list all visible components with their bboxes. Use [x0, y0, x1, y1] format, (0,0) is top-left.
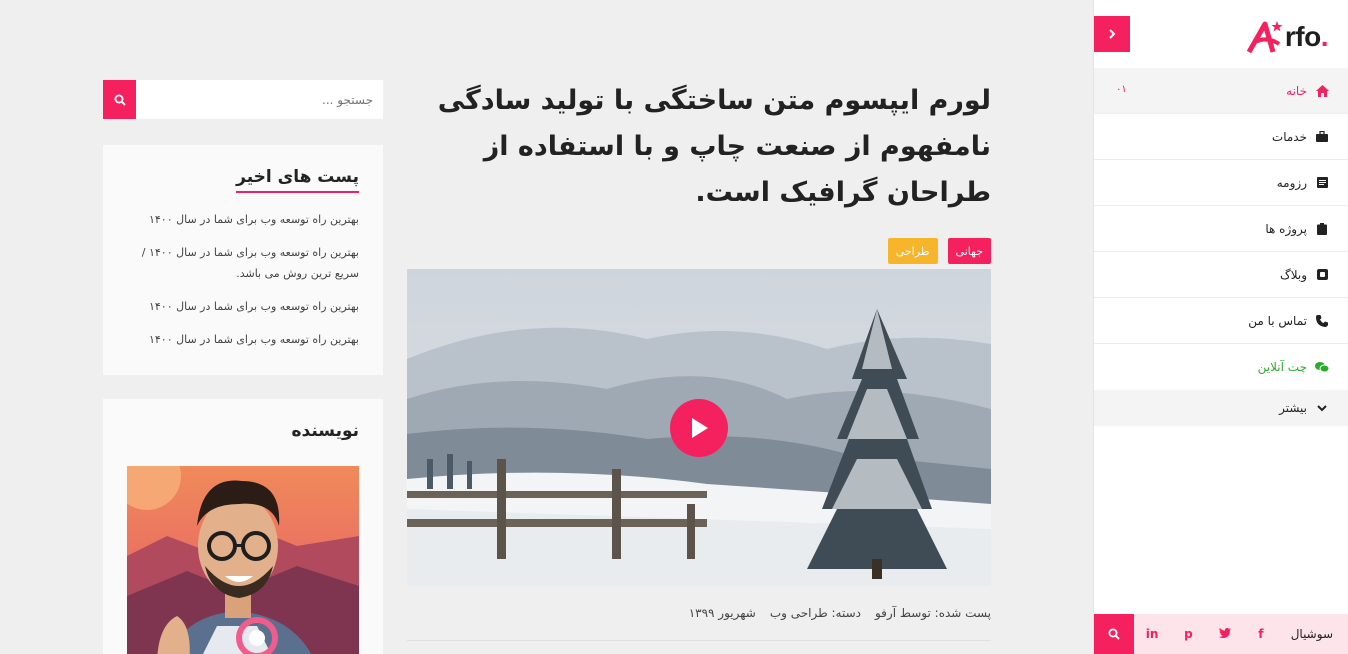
nav-label: پروژه ها: [1265, 221, 1307, 236]
nav-item-home[interactable]: خانه ۰۱: [1094, 68, 1348, 114]
facebook-icon[interactable]: f: [1248, 627, 1274, 641]
logo-a-mark: [1246, 20, 1285, 54]
meta-author: پست شده: توسط آرفو: [874, 606, 991, 620]
recent-posts-title: پست های اخیر: [236, 145, 359, 193]
blog-icon: [1315, 268, 1329, 282]
nav-badge: ۰۱: [1116, 84, 1127, 95]
nav-label: چت آنلاین: [1257, 360, 1307, 374]
chat-icon: [1315, 360, 1329, 374]
recent-post-link[interactable]: بهترین راه توسعه وب برای شما در سال ۱۴۰۰: [127, 209, 359, 230]
sidebar-search-button[interactable]: [1094, 614, 1134, 654]
play-icon: [692, 418, 708, 438]
sidebar-toggle-button[interactable]: [1094, 16, 1130, 52]
phone-icon: [1315, 314, 1329, 328]
recent-post-link[interactable]: بهترین راه توسعه وب برای شما در سال ۱۴۰۰: [127, 329, 359, 350]
social-bar: سوشیال f p in: [1094, 614, 1348, 654]
nav-item-projects[interactable]: پروژه ها: [1094, 206, 1348, 252]
logo[interactable]: rfo.: [1246, 18, 1329, 56]
chevron-right-icon: [1109, 29, 1116, 39]
nav-item-resume[interactable]: رزومه: [1094, 160, 1348, 206]
nav-item-more[interactable]: بیشتر: [1094, 390, 1348, 426]
search-input[interactable]: [136, 80, 383, 119]
chevron-down-icon: [1315, 401, 1329, 415]
twitter-icon[interactable]: [1212, 627, 1238, 641]
search-box: [103, 80, 383, 119]
linkedin-icon[interactable]: in: [1139, 627, 1165, 641]
clipboard-icon: [1315, 222, 1329, 236]
meta-date: شهریور ۱۳۹۹: [688, 606, 756, 620]
article-video[interactable]: [407, 269, 991, 586]
author-title: نویسنده: [291, 421, 359, 441]
article-title: لورم ایپسوم متن ساختگی با تولید سادگی نا…: [437, 85, 991, 208]
nav-item-contact[interactable]: تماس با من: [1094, 298, 1348, 344]
search-icon: [114, 94, 126, 106]
nav-item-online-chat[interactable]: چت آنلاین: [1094, 344, 1348, 390]
nav-label: تماس با من: [1248, 313, 1307, 328]
nav-label: خانه: [1286, 83, 1307, 98]
article-meta: پست شده: توسط آرفو دسته: طراحی وب شهریور…: [407, 606, 991, 620]
nav-label: رزومه: [1276, 175, 1307, 190]
main-nav: خانه ۰۱ خدمات رزومه پروژه ها وبلاگ تماس …: [1094, 68, 1348, 426]
article-header: لورم ایپسوم متن ساختگی با تولید سادگی نا…: [407, 78, 991, 264]
search-button[interactable]: [103, 80, 136, 119]
article-tags: جهانی طراحی: [407, 238, 991, 264]
logo-text: rfo.: [1284, 21, 1329, 52]
social-icons: f p in: [1134, 627, 1279, 641]
author-widget: نویسنده: [103, 399, 383, 654]
tag-design[interactable]: طراحی: [887, 238, 938, 264]
recent-post-link[interactable]: بهترین راه توسعه وب برای شما در سال ۱۴۰۰…: [127, 242, 359, 284]
meta-category[interactable]: دسته: طراحی وب: [770, 606, 861, 620]
sidebar: rfo. خانه ۰۱ خدمات رزومه پروژه ها وبلاگ …: [1093, 0, 1348, 654]
recent-posts-widget: پست های اخیر بهترین راه توسعه وب برای شم…: [103, 145, 383, 375]
play-button[interactable]: [670, 399, 728, 457]
document-icon: [1315, 176, 1329, 190]
nav-label: وبلاگ: [1279, 267, 1307, 282]
pinterest-icon[interactable]: p: [1175, 627, 1201, 641]
social-label: سوشیال: [1290, 627, 1333, 641]
search-icon: [1108, 628, 1120, 640]
nav-label: بیشتر: [1279, 401, 1307, 415]
briefcase-icon: [1315, 130, 1329, 144]
nav-item-blog[interactable]: وبلاگ: [1094, 252, 1348, 298]
meta-divider: [407, 640, 991, 641]
nav-item-services[interactable]: خدمات: [1094, 114, 1348, 160]
author-photo: [127, 466, 359, 654]
home-icon: [1315, 84, 1329, 98]
nav-label: خدمات: [1271, 129, 1307, 144]
tag-world[interactable]: جهانی: [947, 238, 991, 264]
recent-post-link[interactable]: بهترین راه توسعه وب برای شما در سال ۱۴۰۰: [127, 296, 359, 317]
